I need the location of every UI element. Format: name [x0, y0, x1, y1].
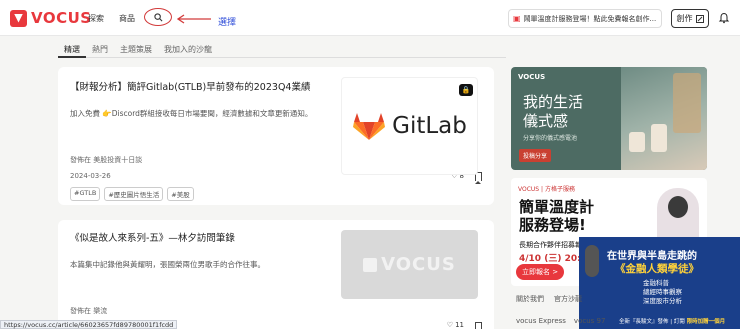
gitlab-logo-icon [353, 113, 386, 140]
edit-icon [695, 14, 704, 23]
tab-my-salons[interactable]: 我加入的沙龍 [158, 40, 218, 58]
logo-text: VOCUS [31, 9, 92, 27]
speaker-photo [657, 188, 699, 240]
article-date: 2024-03-26 [70, 172, 111, 180]
banner-title-line: 儀式感 [523, 112, 569, 130]
heart-icon: ♡ [446, 321, 454, 329]
article-description: 本篇集中記錄他與黃耀明，張國榮兩位男歌手的合作往事。 [70, 260, 265, 269]
promo-banner[interactable]: ▣ 鬧單溫度計服務登場！點此免費報名創作... [508, 9, 662, 28]
banner-list-item: 金融科普 [643, 279, 669, 287]
promo-text: 鬧單溫度計服務登場！點此免費報名創作... [523, 14, 657, 23]
banner-footer-text: 全新『長駿文』發佈 | 訂閱 [619, 319, 685, 325]
like-button[interactable]: ♡ 11 [447, 321, 464, 329]
footer-links: 關於我們 官方沙龍 [516, 294, 582, 304]
signup-button[interactable]: 立即報名 > [516, 264, 565, 280]
banner-list-item: 總經時事觀察 [643, 288, 682, 296]
article-publication[interactable]: 發佈在 樂流 [70, 306, 107, 316]
banner-title: 簡單溫度計 服務登場! [519, 198, 594, 234]
banner-brand: VOCUS [518, 73, 546, 81]
article-thumbnail[interactable]: GitLab 🔒 [341, 77, 478, 175]
banner-list: 金融科普 總經時事觀察 深度股市分析 [643, 279, 682, 306]
link-status-bar: https://vocus.cc/article/66023657fd89780… [0, 320, 178, 329]
microphone-icon [585, 245, 599, 277]
article-description: 加入免費 👉Discord群組接收每日市場要聞，經濟數據和文章更新通知。 [70, 109, 313, 118]
tab-popular[interactable]: 熱門 [86, 40, 114, 58]
article-thumbnail[interactable]: VOCUS [341, 230, 478, 299]
footer-link[interactable]: 官方沙龍 [554, 294, 582, 304]
nav-explore[interactable]: 探索 [88, 13, 104, 24]
tab-featured[interactable]: 精選 [58, 40, 86, 58]
banner-title-line: 在世界與半島走跳的 [607, 251, 697, 262]
annotation-arrow-icon [176, 14, 211, 24]
announcement-icon: ▣ [513, 14, 521, 23]
article-tags: #GTLB #歷史圖片悟生活 #美股 [70, 187, 194, 201]
search-icon [153, 12, 162, 21]
vocus-logo[interactable]: VOCUS [10, 9, 92, 27]
article-card[interactable]: 【財報分析】簡評Gitlab(GTLB)早前發布的2023Q4業績 加入免費 👉… [58, 67, 494, 205]
like-count: 11 [455, 321, 464, 329]
banner-list-item: 深度股市分析 [643, 297, 682, 305]
notification-bell-icon[interactable] [718, 12, 730, 24]
article-publication[interactable]: 發佈在 美股投資十日談 [70, 155, 142, 165]
footer-link[interactable]: vocus 97 [574, 317, 606, 325]
banner-footer: 全新『長駿文』發佈 | 訂閱 限時加贈一個月 [619, 317, 725, 325]
banner-brand: VOCUS | 方格子服務 [518, 186, 575, 193]
banner-footer-highlight: 限時加贈一個月 [686, 319, 726, 325]
banner-title-line: 簡單溫度計 [519, 198, 595, 216]
finance-anthropology-banner[interactable]: 在世界與半島走跳的 《金融人類學徒》 金融科普 總經時事觀察 深度股市分析 全新… [579, 237, 740, 329]
tag-chip[interactable]: #歷史圖片悟生活 [104, 187, 164, 201]
footer-link[interactable]: 關於我們 [516, 294, 544, 304]
create-label: 創作 [676, 14, 693, 23]
article-title[interactable]: 《似是故人來系列-五》—林夕訪問筆錄 [70, 230, 235, 244]
article-card[interactable]: 《似是故人來系列-五》—林夕訪問筆錄 本篇集中記錄他與黃耀明，張國榮兩位男歌手的… [58, 220, 494, 329]
vocus-logo-icon [10, 9, 27, 27]
bookmark-icon[interactable] [475, 322, 482, 329]
create-button[interactable]: 創作 [671, 9, 709, 28]
nav-products[interactable]: 商品 [119, 13, 135, 24]
tab-curation[interactable]: 主題策展 [114, 40, 158, 58]
footer-links: vocus Express vocus 97 [516, 317, 605, 325]
candle-icon [651, 124, 667, 152]
banner-title: 我的生活 儀式感 [523, 93, 583, 131]
ritual-campaign-banner[interactable]: VOCUS 我的生活 儀式感 分享你的儀式感電池 投稿分享 [511, 67, 707, 170]
banner-title-line: 《金融人類學徒》 [615, 263, 699, 275]
footer-link[interactable]: vocus Express [516, 317, 566, 325]
annotation-label: 選擇 [218, 18, 237, 28]
tag-chip[interactable]: #美股 [167, 187, 194, 201]
candle-photo [621, 67, 707, 170]
banner-title-line: 服務登場! [519, 216, 586, 234]
plant-icon [673, 73, 701, 133]
thumbnail-brand-text: VOCUS [381, 254, 456, 275]
thumbnail-brand-text: GitLab [392, 113, 467, 139]
top-header: VOCUS 探索 商品 選擇 ▣ 鬧單溫度計服務登場！點此免費報名創作... 創… [0, 0, 740, 36]
vocus-placeholder-icon [363, 257, 378, 272]
lock-icon: 🔒 [459, 84, 473, 96]
search-button[interactable] [144, 8, 172, 26]
candle-icon [629, 132, 645, 152]
banner-subtitle: 分享你的儀式感電池 [523, 135, 578, 142]
submit-share-button[interactable]: 投稿分享 [519, 149, 552, 162]
tag-chip[interactable]: #GTLB [70, 187, 101, 201]
feed-tabs: 精選 熱門 主題策展 我加入的沙龍 [58, 40, 506, 58]
banner-title-line: 我的生活 [523, 93, 584, 111]
article-title[interactable]: 【財報分析】簡評Gitlab(GTLB)早前發布的2023Q4業績 [70, 79, 310, 93]
